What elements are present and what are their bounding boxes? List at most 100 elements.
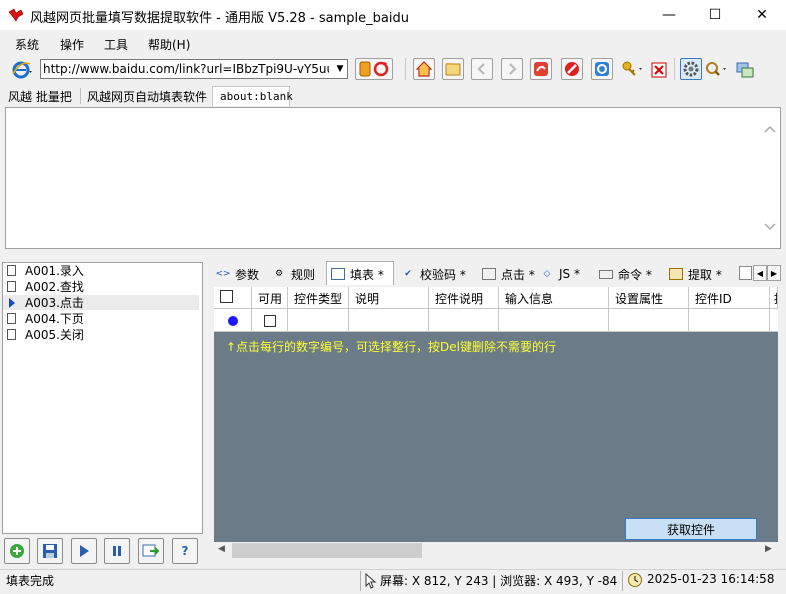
status-separator [622,571,623,591]
pause-icon [113,546,121,556]
tree-item[interactable]: A005.关闭 [3,327,199,342]
back-icon [477,63,485,75]
row-enabled-cell[interactable] [252,309,288,332]
menu-help[interactable]: 帮助(H) [148,36,190,53]
clock-icon [628,573,642,587]
scroll-left-icon[interactable]: ◀ [218,544,225,554]
row-cell[interactable] [288,309,349,332]
folder-icon [445,63,461,76]
cursor-icon [365,573,377,589]
search-icon [706,62,726,76]
tree-item-current[interactable]: A003.点击 [3,295,199,310]
add-step-button[interactable] [4,538,30,564]
search-button[interactable] [705,60,729,80]
delete-button[interactable] [651,62,667,78]
settings-button[interactable] [680,58,702,80]
redirect-icon [534,62,548,76]
grid-header-note: 说明 [349,287,429,309]
form-icon [331,268,345,280]
tree-item[interactable]: A001.录入 [3,263,199,278]
tab-scroll-left-button[interactable]: ◀ [753,265,767,281]
row-cell[interactable] [609,309,689,332]
tab-command[interactable]: 命令 * [599,265,652,283]
tab-scroll-right-button[interactable]: ▶ [767,265,781,281]
save-button[interactable] [37,538,63,564]
chevron-down-icon[interactable]: ▼ [332,60,348,78]
menu-system[interactable]: 系统 [15,36,39,53]
maximize-button[interactable]: ☐ [692,0,738,30]
toolbar-separator [674,58,675,80]
window-title: 风越网页批量填写数据提取软件 - 通用版 V5.28 - sample_baid… [30,11,409,26]
close-button[interactable]: ✕ [739,0,785,30]
tab-js[interactable]: ◇ JS * [540,265,580,283]
forward-button[interactable] [501,58,523,80]
document-icon [7,329,16,340]
document-icon [7,281,16,292]
select-all-checkbox[interactable] [220,290,233,303]
row-selector[interactable] [214,309,252,332]
pause-button[interactable] [104,538,130,564]
tree-item[interactable]: A002.查找 [3,279,199,294]
row-cell[interactable] [499,309,609,332]
stop-icon [565,62,579,76]
go-refresh-button[interactable] [355,58,393,80]
row-cell[interactable] [429,309,499,332]
key-icon [622,61,642,76]
ie-browser-button[interactable] [591,58,613,80]
back-button[interactable] [471,58,493,80]
tree-item[interactable]: A004.下页 [3,311,199,326]
run-button[interactable] [71,538,97,564]
tab-params[interactable]: <> 参数 [215,265,260,283]
get-controls-button[interactable]: 获取控件 [625,518,757,540]
browser-tab-active[interactable]: about:blank [212,86,293,106]
scroll-down-icon[interactable] [764,222,776,232]
row-cell[interactable] [349,309,429,332]
menu-tools[interactable]: 工具 [104,36,128,53]
row-cell[interactable] [689,309,770,332]
tab-captcha[interactable]: ✔ 校验码 * [401,265,466,283]
tab-extract[interactable]: 提取 * [669,265,722,283]
keyboard-icon [599,269,613,279]
enabled-checkbox[interactable] [263,314,276,327]
grid-header-select[interactable] [214,287,252,309]
tab-label: 填表 * [350,267,384,282]
hand-refresh-icon [359,61,389,77]
browser-tab-2[interactable]: 风越网页自动填表软件 [87,88,207,106]
open-folder-button[interactable] [442,58,464,80]
scroll-right-icon[interactable]: ▶ [765,544,772,554]
browser-view[interactable] [5,107,781,249]
delete-icon [651,62,667,78]
app-logo-icon [8,8,24,22]
tree-item-label: A002.查找 [25,280,84,294]
scrollbar-thumb[interactable] [232,543,422,558]
tree-item-label: A003.点击 [25,296,84,310]
tab-label: 参数 [235,267,260,282]
menu-operate[interactable]: 操作 [60,36,84,53]
tab-label: 校验码 * [420,267,466,282]
home-button[interactable] [413,58,435,80]
export-button[interactable] [138,538,164,564]
browser-tab-1[interactable]: 风越 批量把 [8,88,72,106]
coordinates-readout: 屏幕: X 812, Y 243 | 浏览器: X 493, Y -84 [380,574,618,588]
key-button[interactable] [621,60,645,80]
window-icon [736,62,754,78]
tab-label: 点击 * [501,267,535,282]
url-input[interactable]: http://www.baidu.com/link?url=IBbzTpi9U-… [43,62,329,76]
tab-label: JS * [559,267,580,281]
tree-item-label: A004.下页 [25,312,84,326]
scroll-up-icon[interactable] [764,124,776,134]
tab-click[interactable]: 点击 * [482,265,535,283]
save-icon [43,544,57,558]
toolbar-separator [405,58,406,80]
tab-rules[interactable]: ⚙ 规则 [272,265,315,283]
ie-logo-icon[interactable] [12,60,34,80]
window-button[interactable] [736,61,754,79]
stop-button[interactable] [561,58,583,80]
grid-header-control-type: 控件类型 [288,287,349,309]
help-button[interactable]: ? [172,538,198,564]
redirect-button[interactable] [530,58,552,80]
tab-fill-form[interactable]: 填表 * [331,265,384,283]
ie-icon [595,62,609,76]
minimize-button[interactable]: — [646,0,692,30]
play-icon [80,545,89,557]
